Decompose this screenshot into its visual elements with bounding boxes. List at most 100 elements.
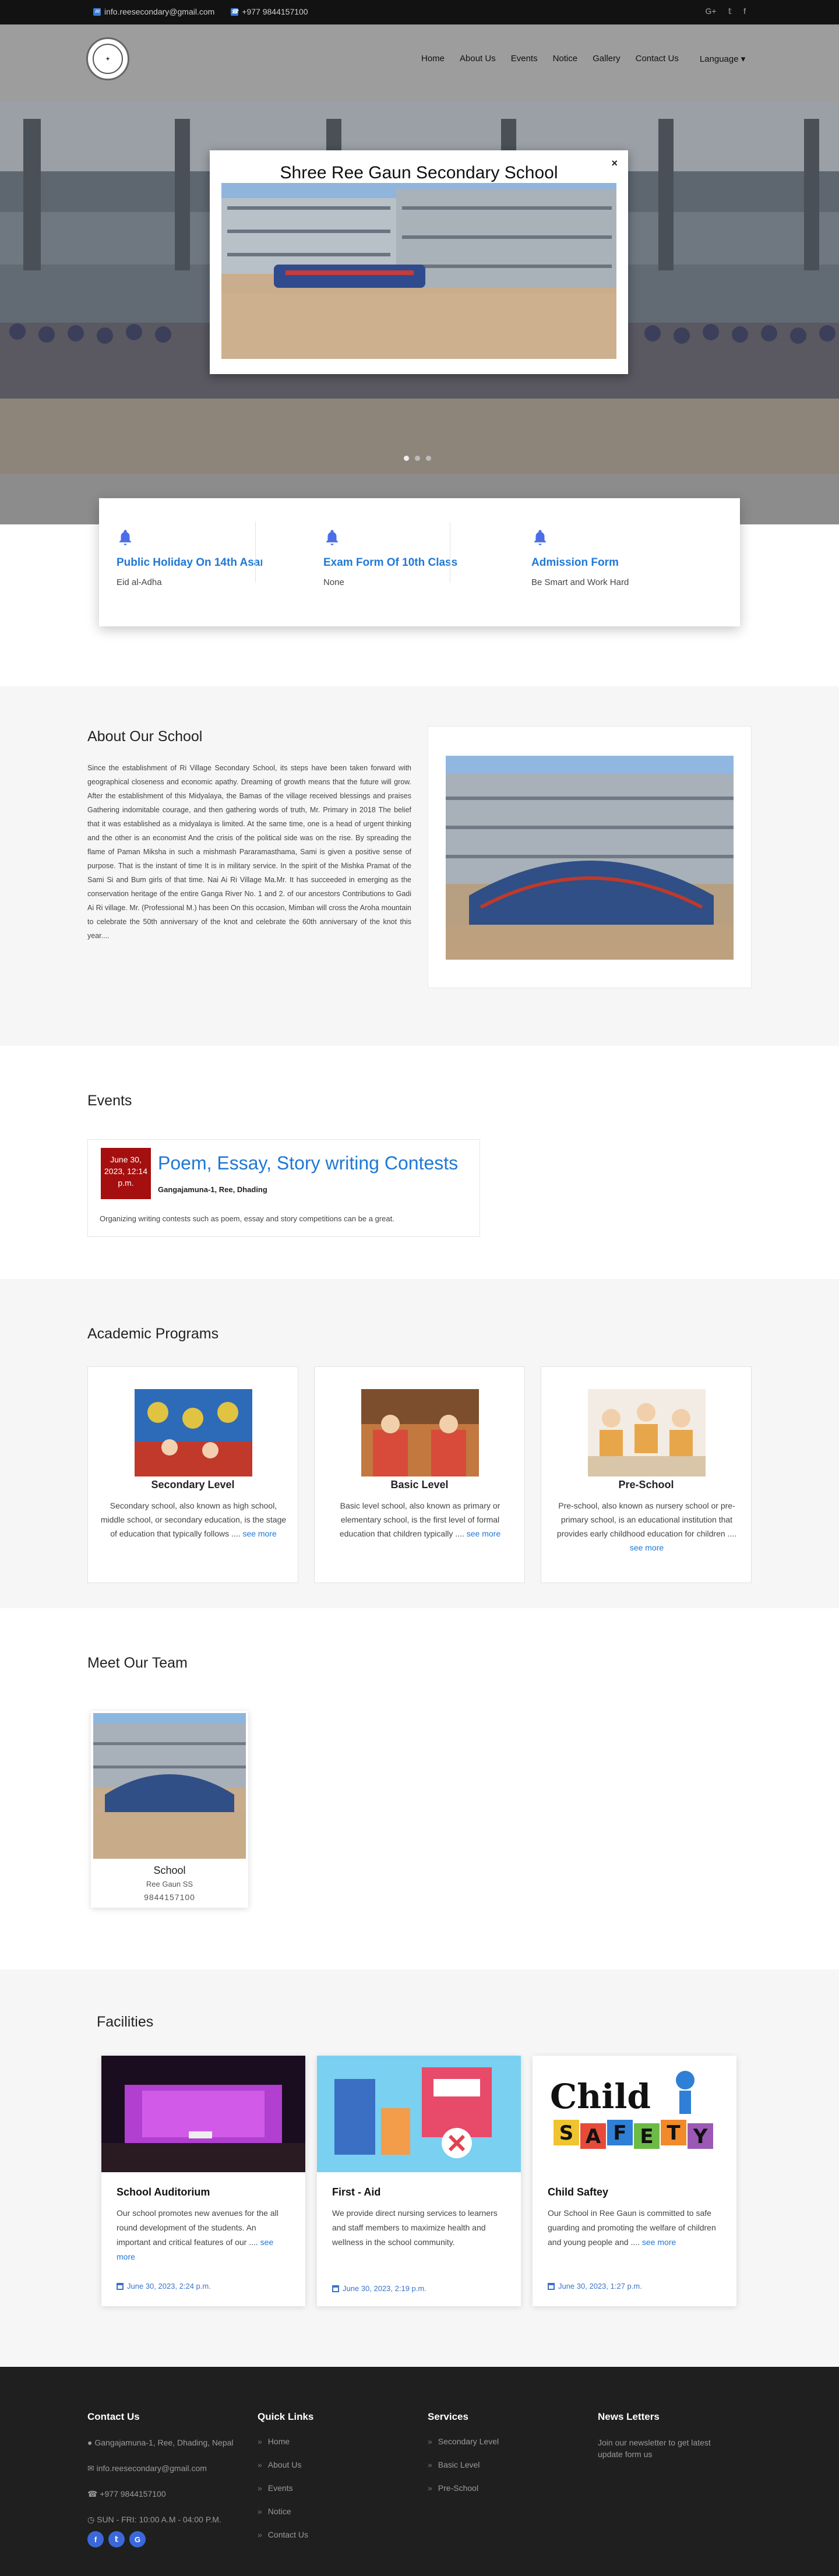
facility-card[interactable]: School Auditorium Our school promotes ne… — [101, 2056, 305, 2306]
program-desc-text: Pre-school, also known as nursery school… — [556, 1501, 737, 1538]
notice-panel: Public Holiday On 14th Asar Eid al-Adha … — [99, 498, 740, 626]
notice-item[interactable]: Admission Form Be Smart and Work Hard — [531, 528, 677, 587]
notice-title[interactable]: Public Holiday On 14th Asar — [117, 556, 262, 569]
team-member-photo — [93, 1713, 246, 1859]
footer-address-text: Gangajamuna-1, Ree, Dhading, Nepal — [94, 2438, 234, 2447]
notice-item[interactable]: Public Holiday On 14th Asar Eid al-Adha — [117, 528, 262, 587]
top-email[interactable]: ✉ info.reesecondary@gmail.com — [93, 7, 214, 16]
footer-hours-text: SUN - FRI: 10:00 A.M - 04:00 P.M. — [97, 2515, 221, 2524]
event-location: Gangajamuna-1, Ree, Dhading — [158, 1185, 267, 1194]
see-more-link[interactable]: see more — [467, 1529, 500, 1538]
program-description: Secondary school, also known as high sch… — [100, 1499, 287, 1541]
footer-news-title: News Letters — [598, 2411, 660, 2422]
footer-link[interactable]: Home — [258, 2437, 409, 2446]
facility-date-text: June 30, 2023, 1:27 p.m. — [558, 2282, 642, 2290]
modal-title: Shree Ree Gaun Secondary School — [280, 163, 558, 182]
footer-hours: ◷ SUN - FRI: 10:00 A.M - 04:00 P.M. — [87, 2515, 221, 2524]
program-title: Secondary Level — [151, 1479, 235, 1490]
twitter-icon[interactable]: 𝕥 — [108, 2531, 125, 2547]
see-more-link[interactable]: see more — [630, 1543, 664, 1552]
main-nav: Home About Us Events Notice Gallery Cont… — [421, 54, 745, 64]
footer-services-title: Services — [428, 2411, 468, 2422]
facility-card[interactable]: First - Aid We provide direct nursing se… — [317, 2056, 521, 2306]
facility-date: June 30, 2023, 2:19 p.m. — [332, 2284, 426, 2293]
team-section: Meet Our Team School Ree Gaun SS 9844157… — [0, 1608, 839, 1969]
see-more-link[interactable]: see more — [242, 1529, 276, 1538]
program-card[interactable]: Secondary Level Secondary school, also k… — [87, 1366, 298, 1583]
footer-social: f 𝕥 G — [87, 2531, 239, 2547]
svg-text:F: F — [613, 2122, 626, 2145]
svg-text:S: S — [559, 2122, 574, 2145]
site-footer: Contact Us ● Gangajamuna-1, Ree, Dhading… — [0, 2367, 839, 2576]
footer-link[interactable]: Events — [258, 2483, 409, 2493]
bell-icon — [119, 530, 131, 545]
programs-title: Academic Programs — [87, 1326, 219, 1342]
close-icon[interactable]: × — [611, 157, 618, 170]
slider-dot[interactable] — [415, 456, 420, 461]
notice-subtitle: Be Smart and Work Hard — [531, 577, 629, 587]
google-icon[interactable]: G — [129, 2531, 146, 2547]
footer-phone[interactable]: ☎ +977 9844157100 — [87, 2488, 239, 2500]
facebook-icon[interactable]: f — [87, 2531, 104, 2547]
footer-newsletter: News Letters Join our newsletter to get … — [598, 2411, 738, 2474]
nav-home[interactable]: Home — [421, 54, 445, 64]
slider-dot[interactable] — [404, 456, 409, 461]
footer-contact-title: Contact Us — [87, 2411, 140, 2422]
slider-dots — [404, 456, 431, 461]
notice-title[interactable]: Admission Form — [531, 556, 677, 569]
welcome-modal: Shree Ree Gaun Secondary School × — [210, 150, 628, 374]
program-card[interactable]: Basic Level Basic level school, also kno… — [314, 1366, 525, 1583]
site-header: ✦ Home About Us Events Notice Gallery Co… — [0, 24, 839, 101]
bell-icon — [326, 530, 338, 545]
facility-desc-text: We provide direct nursing services to le… — [332, 2208, 498, 2247]
twitter-icon[interactable]: 𝕥 — [728, 6, 732, 16]
notice-title[interactable]: Exam Form Of 10th Class — [323, 556, 469, 569]
google-plus-icon[interactable]: G+ — [706, 6, 717, 16]
language-dropdown[interactable]: Language ▾ — [700, 54, 745, 64]
event-card[interactable]: June 30, 2023, 12:14 p.m. Poem, Essay, S… — [87, 1139, 480, 1237]
footer-link[interactable]: Notice — [258, 2507, 409, 2516]
facilities-section: Facilities School Auditorium Our school … — [0, 1969, 839, 2367]
footer-news-text: Join our newsletter to get latest update… — [598, 2438, 711, 2459]
footer-email-text: info.reesecondary@gmail.com — [96, 2464, 207, 2473]
team-member-card[interactable]: School Ree Gaun SS 9844157100 — [91, 1711, 248, 1908]
footer-link[interactable]: Contact Us — [258, 2530, 409, 2539]
footer-phone-text: +977 9844157100 — [100, 2489, 166, 2499]
svg-text:E: E — [640, 2125, 653, 2148]
nav-events[interactable]: Events — [511, 54, 538, 64]
footer-link[interactable]: About Us — [258, 2460, 409, 2469]
facility-date-text: June 30, 2023, 2:24 p.m. — [127, 2282, 211, 2290]
team-member-phone: 9844157100 — [144, 1893, 195, 1902]
nav-about[interactable]: About Us — [460, 54, 496, 64]
calendar-icon — [117, 2282, 124, 2290]
notice-subtitle: None — [323, 577, 344, 587]
top-contact: ✉ info.reesecondary@gmail.com ☎ +977 98441… — [93, 7, 308, 16]
calendar-icon — [332, 2285, 339, 2292]
program-card[interactable]: Pre-School Pre-school, also known as nur… — [541, 1366, 752, 1583]
program-image — [361, 1389, 479, 1476]
nav-notice[interactable]: Notice — [553, 54, 578, 64]
nav-contact[interactable]: Contact Us — [636, 54, 679, 64]
top-email-text: info.reesecondary@gmail.com — [104, 7, 215, 16]
footer-email[interactable]: ✉ info.reesecondary@gmail.com — [87, 2462, 239, 2474]
facility-title: Child Saftey — [548, 2186, 609, 2198]
about-section: About Our School Since the establishment… — [0, 686, 839, 1046]
facility-card[interactable]: Child S A F E T Y Child Saftey Our School in R… — [533, 2056, 736, 2306]
notice-item[interactable]: Exam Form Of 10th Class None — [323, 528, 469, 587]
school-logo[interactable]: ✦ — [86, 37, 129, 80]
slider-dot[interactable] — [426, 456, 431, 461]
calendar-icon — [548, 2282, 555, 2290]
divider — [255, 521, 256, 583]
event-title[interactable]: Poem, Essay, Story writing Contests — [158, 1153, 458, 1174]
see-more-link[interactable]: see more — [642, 2237, 676, 2247]
nav-gallery[interactable]: Gallery — [593, 54, 621, 64]
facility-date-text: June 30, 2023, 2:19 p.m. — [343, 2284, 426, 2293]
footer-service-link[interactable]: Secondary Level — [428, 2437, 579, 2446]
facebook-icon[interactable]: f — [743, 6, 746, 16]
footer-service-link[interactable]: Pre-School — [428, 2483, 579, 2493]
footer-quick-title: Quick Links — [258, 2411, 314, 2422]
facility-description: Our School in Ree Gaun is committed to s… — [548, 2206, 722, 2250]
logo-emblem: ✦ — [93, 44, 123, 74]
top-phone[interactable]: ☎ +977 9844157100 — [231, 7, 308, 16]
footer-service-link[interactable]: Basic Level — [428, 2460, 579, 2469]
